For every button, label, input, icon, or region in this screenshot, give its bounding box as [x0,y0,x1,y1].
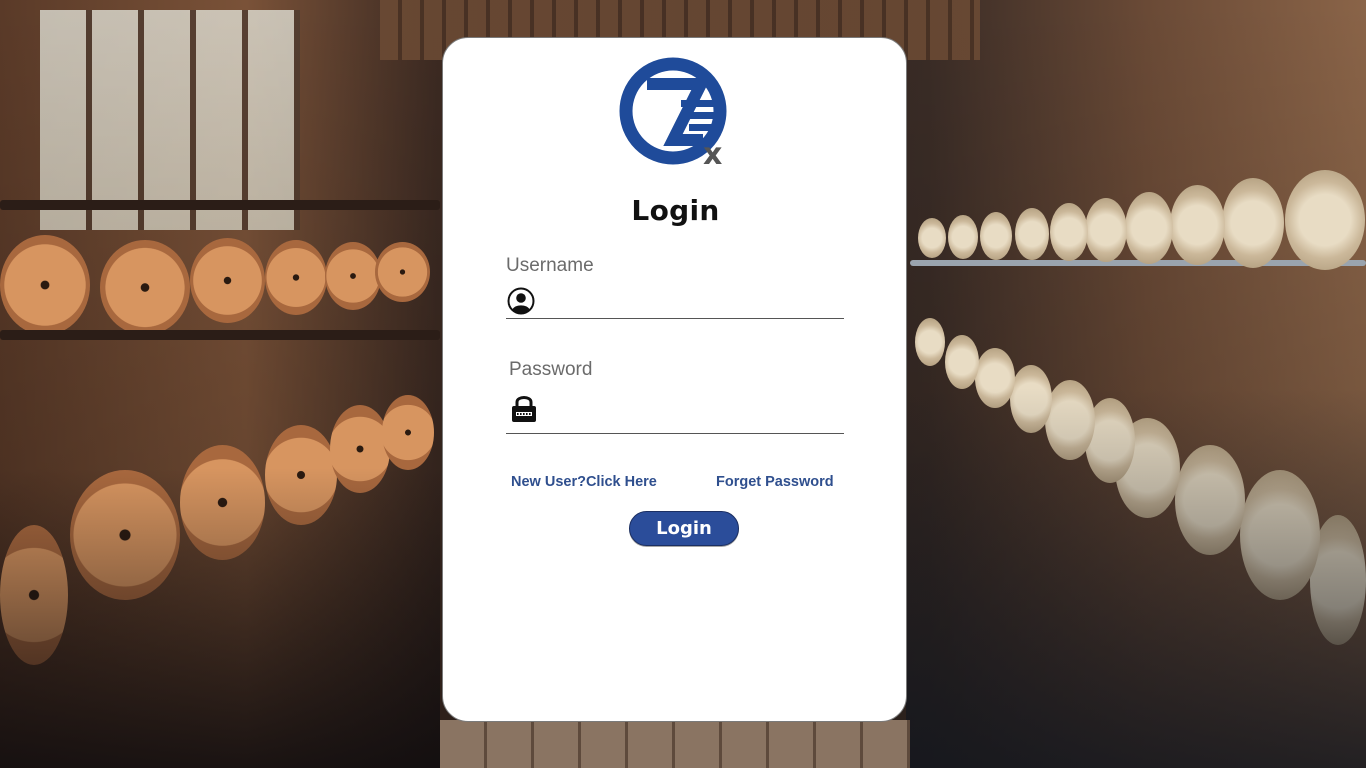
password-underline [506,433,844,434]
background-spool [265,240,327,315]
background-spool [948,215,978,259]
background-rail [910,260,1366,266]
background-spool [1222,178,1284,268]
background-spool [1170,185,1225,265]
username-label: Username [506,255,594,276]
background-window [40,10,300,230]
background-spool [325,242,381,310]
forget-password-link[interactable]: Forget Password [716,474,834,490]
background-spool [1125,192,1173,264]
background-spool [945,335,979,389]
zex-logo-icon: x [617,56,741,172]
padlock-icon [510,393,538,422]
password-input[interactable] [547,398,847,428]
background-spool [375,242,430,302]
background-spool [1085,198,1127,262]
background-spool [980,212,1012,260]
page-title: Login [631,194,720,227]
new-user-link[interactable]: New User?Click Here [511,474,657,490]
login-card: x Login Username Password New User?Click… [442,37,907,722]
background-spool [915,318,945,366]
background-rail [0,200,440,210]
logo-mark-text: x [703,137,722,172]
user-circle-icon [507,287,535,315]
background-spool [918,218,946,258]
background-spool [1050,203,1088,261]
background-spool [382,395,434,470]
background-shadow [906,388,1366,768]
background-spool [1285,170,1365,270]
login-button[interactable]: Login [629,511,739,546]
background-spool [190,238,265,323]
background-shadow [0,468,440,768]
background-spool [0,235,90,335]
background-rail [0,330,440,340]
background-spool [1015,208,1049,260]
username-input[interactable] [543,288,847,318]
background-floor [440,720,910,768]
password-label: Password [509,359,593,380]
background-spool [100,240,190,335]
username-underline [506,318,844,319]
